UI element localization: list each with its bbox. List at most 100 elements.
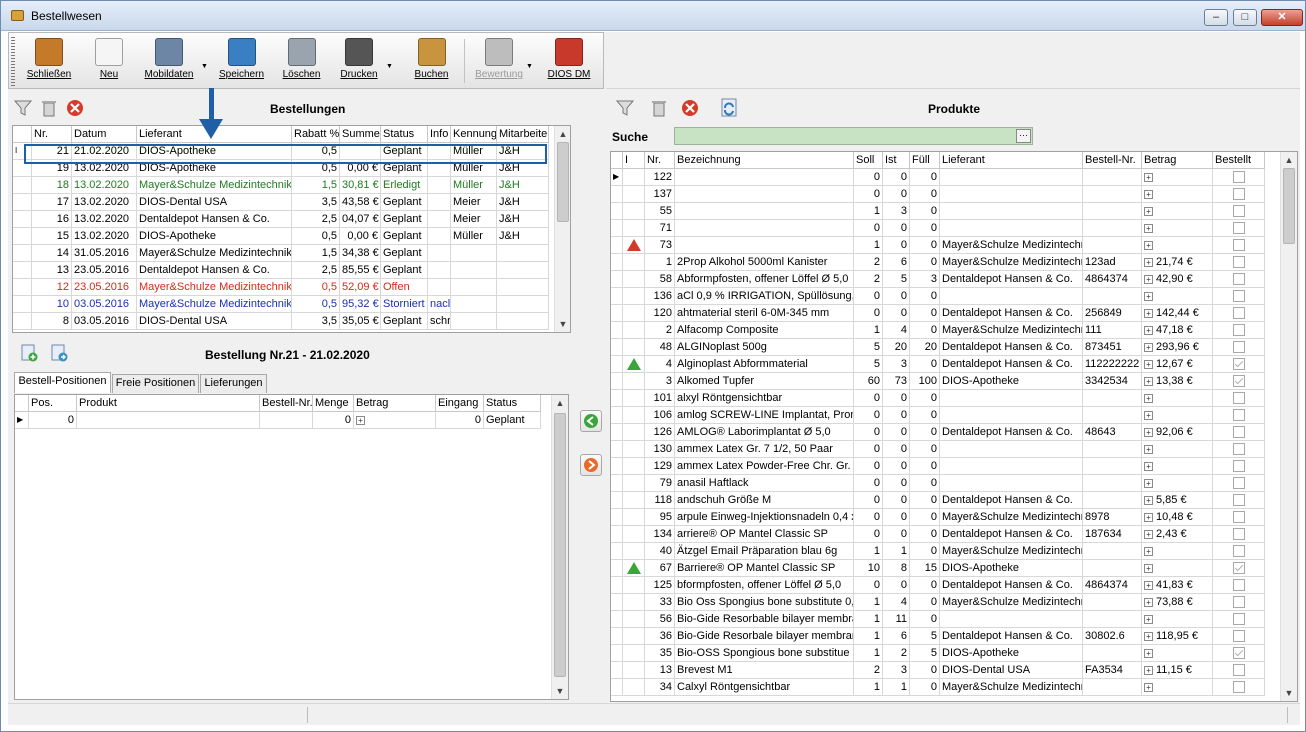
scroll-thumb[interactable]: [1283, 168, 1295, 244]
vertical-scrollbar[interactable]: ▲ ▼: [1280, 152, 1297, 701]
expand-plus-icon[interactable]: +: [1144, 444, 1153, 454]
ordered-checkbox[interactable]: [1232, 222, 1245, 235]
table-row[interactable]: 17 13.02.2020 DIOS-Dental USA 3,5 43,58 € Gep…: [13, 194, 549, 211]
filter-icon[interactable]: [13, 99, 33, 117]
expand-plus-icon[interactable]: +: [1144, 223, 1153, 233]
table-row[interactable]: 13 23.05.2016 Dentaldepot Hansen & Co. 2,5 8…: [13, 262, 549, 279]
expand-plus-icon[interactable]: +: [1144, 359, 1153, 369]
scroll-up-icon[interactable]: ▲: [555, 126, 570, 142]
column-header[interactable]: Nr.: [645, 152, 675, 169]
column-header[interactable]: Datum: [72, 126, 137, 143]
scroll-thumb[interactable]: [557, 142, 569, 222]
ordered-checkbox[interactable]: [1232, 477, 1245, 490]
expand-plus-icon[interactable]: +: [1144, 342, 1153, 352]
ordered-checkbox[interactable]: [1232, 307, 1245, 320]
column-header[interactable]: Menge: [313, 395, 354, 412]
ordered-checkbox[interactable]: [1232, 324, 1245, 337]
ordered-checkbox[interactable]: [1232, 579, 1245, 592]
expand-plus-icon[interactable]: +: [1144, 682, 1153, 692]
ordered-checkbox[interactable]: [1232, 511, 1245, 524]
expand-plus-icon[interactable]: +: [1144, 291, 1153, 301]
expand-plus-icon[interactable]: +: [1144, 495, 1153, 505]
toolbar-grip[interactable]: [11, 37, 15, 86]
column-header[interactable]: Kennung: [451, 126, 497, 143]
expand-plus-icon[interactable]: +: [1144, 410, 1153, 420]
expand-plus-icon[interactable]: +: [1144, 461, 1153, 471]
table-row[interactable]: 71 0 0 0 +: [611, 220, 1265, 237]
search-options-button[interactable]: ···: [1016, 129, 1031, 143]
tab-1[interactable]: Freie Positionen: [112, 374, 199, 393]
toolbar-button-8[interactable]: DIOS DM: [544, 36, 594, 87]
ordered-checkbox[interactable]: [1232, 528, 1245, 541]
expand-plus-icon[interactable]: +: [1144, 257, 1153, 267]
expand-plus-icon[interactable]: +: [1144, 376, 1153, 386]
column-header[interactable]: Bestell-Nr.: [1083, 152, 1142, 169]
expand-plus-icon[interactable]: +: [1144, 580, 1153, 590]
ordered-checkbox[interactable]: [1232, 647, 1245, 660]
ordered-checkbox[interactable]: [1232, 426, 1245, 439]
toolbar-button-3[interactable]: Speichern: [214, 36, 269, 87]
column-header[interactable]: Bezeichnung: [675, 152, 854, 169]
table-row[interactable]: 101 alxyl Röntgensichtbar 0 0 0 +: [611, 390, 1265, 407]
expand-plus-icon[interactable]: +: [1144, 512, 1153, 522]
expand-plus-icon[interactable]: +: [1144, 478, 1153, 488]
column-header[interactable]: Bestellt: [1213, 152, 1265, 169]
product-filter-delete-icon[interactable]: [650, 99, 668, 117]
ordered-checkbox[interactable]: [1232, 596, 1245, 609]
ordered-checkbox[interactable]: [1232, 613, 1245, 626]
scroll-down-icon[interactable]: ▼: [1281, 685, 1297, 701]
table-row[interactable]: 2 Alfacomp Composite 1 4 0 Mayer&Schulze Medi…: [611, 322, 1265, 339]
table-row[interactable]: 134 arriere® OP Mantel Classic SP 0 0 0 Denta…: [611, 526, 1265, 543]
table-row[interactable]: 1 2Prop Alkohol 5000ml Kanister 2 6 0 Mayer&S…: [611, 254, 1265, 271]
expand-plus-icon[interactable]: +: [1144, 563, 1153, 573]
ordered-checkbox[interactable]: [1232, 239, 1245, 252]
table-row[interactable]: 95 arpule Einweg-Injektionsnadeln 0,4 x 0 0…: [611, 509, 1265, 526]
expand-plus-icon[interactable]: +: [1144, 189, 1153, 199]
add-position-icon[interactable]: [20, 344, 38, 362]
vertical-scrollbar[interactable]: ▲ ▼: [554, 126, 570, 332]
dropdown-arrow-icon[interactable]: ▼: [526, 63, 533, 70]
expand-plus-icon[interactable]: +: [1144, 631, 1153, 641]
ordered-checkbox[interactable]: [1232, 171, 1245, 184]
ordered-checkbox[interactable]: [1232, 290, 1245, 303]
table-row[interactable]: 36 Bio-Gide Resorbale bilayer membrane 1 6 5…: [611, 628, 1265, 645]
ordered-checkbox[interactable]: [1232, 375, 1245, 388]
column-header[interactable]: Ist: [883, 152, 910, 169]
table-row[interactable]: 125 bformpfosten, offener Löffel Ø 5,0 0 0 0…: [611, 577, 1265, 594]
move-right-button[interactable]: [580, 454, 602, 476]
column-header[interactable]: Bestell-Nr.: [260, 395, 313, 412]
table-row[interactable]: 79 anasil Haftlack 0 0 0 +: [611, 475, 1265, 492]
ordered-checkbox[interactable]: [1232, 443, 1245, 456]
ordered-checkbox[interactable]: [1232, 188, 1245, 201]
ordered-checkbox[interactable]: [1232, 358, 1245, 371]
ordered-checkbox[interactable]: [1232, 562, 1245, 575]
edit-position-icon[interactable]: [50, 344, 68, 362]
column-header[interactable]: Füll: [910, 152, 940, 169]
table-row[interactable]: 18 13.02.2020 Mayer&Schulze Medizintechnik…: [13, 177, 549, 194]
table-row[interactable]: ▶ 122 0 0 0 +: [611, 169, 1265, 186]
expand-plus-icon[interactable]: +: [1144, 274, 1153, 284]
table-row[interactable]: 13 Brevest M1 2 3 0 DIOS-Dental USA FA3534 +11,…: [611, 662, 1265, 679]
table-row[interactable]: 136 aCl 0,9 % IRRIGATION, Spüllösung, 1 0 0…: [611, 288, 1265, 305]
column-header[interactable]: Lieferant: [940, 152, 1083, 169]
table-row[interactable]: 73 1 0 0 Mayer&Schulze Medizintechn +: [611, 237, 1265, 254]
expand-plus-icon[interactable]: +: [1144, 614, 1153, 624]
scroll-up-icon[interactable]: ▲: [552, 395, 568, 411]
filter-delete-icon[interactable]: [40, 99, 58, 117]
column-header[interactable]: Status: [381, 126, 428, 143]
column-header[interactable]: Summe: [340, 126, 381, 143]
expand-plus-icon[interactable]: +: [1144, 546, 1153, 556]
table-row[interactable]: 35 Bio-OSS Spongious bone substitue G 1 2 5D…: [611, 645, 1265, 662]
ordered-checkbox[interactable]: [1232, 256, 1245, 269]
table-row[interactable]: 120 ahtmaterial steril 6-0M-345 mm 0 0 0 Dent…: [611, 305, 1265, 322]
column-header[interactable]: Betrag: [354, 395, 436, 412]
toolbar-button-0[interactable]: Schließen: [24, 36, 74, 87]
table-row[interactable]: 16 13.02.2020 Dentaldepot Hansen & Co. 2,5 0…: [13, 211, 549, 228]
table-row[interactable]: 137 0 0 0 +: [611, 186, 1265, 203]
toolbar-button-7[interactable]: Bewertung: [474, 36, 524, 87]
scroll-down-icon[interactable]: ▼: [552, 683, 568, 699]
tab-2[interactable]: Lieferungen: [200, 374, 267, 393]
table-row[interactable]: 130 ammex Latex Gr. 7 1/2, 50 Paar 0 0 0 +: [611, 441, 1265, 458]
scroll-thumb[interactable]: [554, 413, 566, 677]
table-row[interactable]: 129 ammex Latex Powder-Free Chr. Gr. 6 0 0 0…: [611, 458, 1265, 475]
